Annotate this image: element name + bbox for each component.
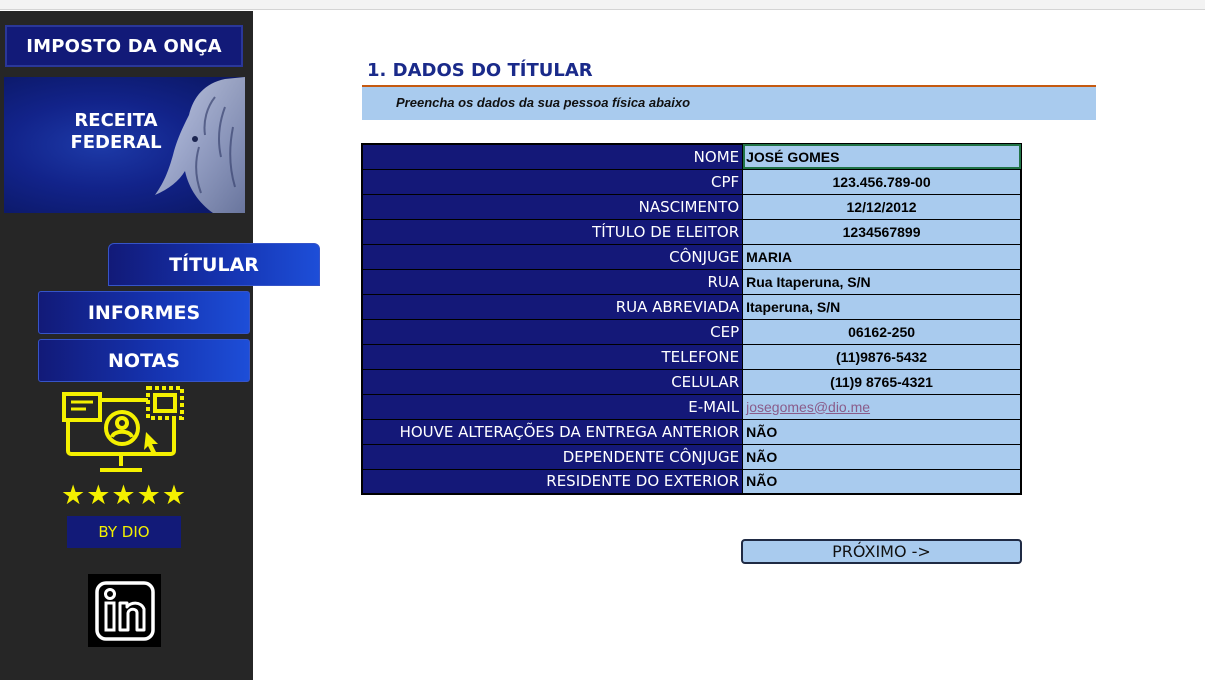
lion-icon xyxy=(155,77,245,213)
form-row: CELULAR (11)9 8765-4321 xyxy=(361,368,1022,395)
field-value-celular[interactable]: (11)9 8765-4321 xyxy=(742,368,1022,395)
instruction-text: Preencha os dados da sua pessoa física a… xyxy=(396,95,691,110)
by-dio-badge: BY DIO xyxy=(67,516,181,548)
field-value-nome[interactable]: JOSÉ GOMES xyxy=(742,143,1022,170)
instruction-band: Preencha os dados da sua pessoa física a… xyxy=(362,87,1096,120)
field-label-residente-exterior: RESIDENTE DO EXTERIOR xyxy=(361,468,744,495)
monitor-user-icon xyxy=(62,386,184,472)
field-value-cep[interactable]: 06162-250 xyxy=(742,318,1022,345)
field-value-nascimento[interactable]: 12/12/2012 xyxy=(742,193,1022,220)
nav-titular-button[interactable]: TÍTULAR xyxy=(108,243,320,286)
nav-informes-button[interactable]: INFORMES xyxy=(38,291,250,334)
field-label-cpf: CPF xyxy=(361,168,744,195)
field-value-email-link[interactable]: josegomes@dio.me xyxy=(742,393,1022,420)
form-row: TELEFONE (11)9876-5432 xyxy=(361,343,1022,370)
form-row: NASCIMENTO 12/12/2012 xyxy=(361,193,1022,220)
form-row: HOUVE ALTERAÇÕES DA ENTREGA ANTERIOR NÃO xyxy=(361,418,1022,445)
form-row: E-MAIL josegomes@dio.me xyxy=(361,393,1022,420)
field-value-rua-abreviada[interactable]: Itaperuna, S/N xyxy=(742,293,1022,320)
section-title: 1. DADOS DO TÍTULAR xyxy=(367,60,593,81)
field-label-cep: CEP xyxy=(361,318,744,345)
form-row: CÔNJUGE MARIA xyxy=(361,243,1022,270)
form-row: NOME JOSÉ GOMES xyxy=(361,143,1022,170)
form-row: CPF 123.456.789-00 xyxy=(361,168,1022,195)
linkedin-icon[interactable] xyxy=(88,574,161,647)
field-label-celular: CELULAR xyxy=(361,368,744,395)
brand-title: IMPOSTO DA ONÇA xyxy=(5,25,243,67)
nav-notas-button[interactable]: NOTAS xyxy=(38,339,250,382)
form-row: DEPENDENTE CÔNJUGE NÃO xyxy=(361,443,1022,470)
window-top-bar xyxy=(0,0,1205,10)
field-value-alteracoes[interactable]: NÃO xyxy=(742,418,1022,445)
field-label-nascimento: NASCIMENTO xyxy=(361,193,744,220)
field-value-titulo-eleitor[interactable]: 1234567899 xyxy=(742,218,1022,245)
field-value-rua[interactable]: Rua Itaperuna, S/N xyxy=(742,268,1022,295)
linkedin-glyph xyxy=(94,580,155,641)
field-label-rua: RUA xyxy=(361,268,744,295)
field-label-email: E-MAIL xyxy=(361,393,744,420)
field-label-conjuge: CÔNJUGE xyxy=(361,243,744,270)
field-label-telefone: TELEFONE xyxy=(361,343,744,370)
receita-federal-banner: RECEITA FEDERAL xyxy=(4,77,245,213)
form-row: TÍTULO DE ELEITOR 1234567899 xyxy=(361,218,1022,245)
field-label-alteracoes: HOUVE ALTERAÇÕES DA ENTREGA ANTERIOR xyxy=(361,418,744,445)
field-value-telefone[interactable]: (11)9876-5432 xyxy=(742,343,1022,370)
field-value-conjuge[interactable]: MARIA xyxy=(742,243,1022,270)
form-row: RUA ABREVIADA Itaperuna, S/N xyxy=(361,293,1022,320)
field-label-nome: NOME xyxy=(361,143,744,170)
field-value-cpf[interactable]: 123.456.789-00 xyxy=(742,168,1022,195)
form-row: RESIDENTE DO EXTERIOR NÃO xyxy=(361,468,1022,495)
titular-form-table: NOME JOSÉ GOMES CPF 123.456.789-00 NASCI… xyxy=(361,143,1022,495)
form-row: CEP 06162-250 xyxy=(361,318,1022,345)
field-label-titulo-eleitor: TÍTULO DE ELEITOR xyxy=(361,218,744,245)
field-label-dependente-conjuge: DEPENDENTE CÔNJUGE xyxy=(361,443,744,470)
field-value-residente-exterior[interactable]: NÃO xyxy=(742,468,1022,495)
form-row: RUA Rua Itaperuna, S/N xyxy=(361,268,1022,295)
next-button[interactable]: PRÓXIMO -> xyxy=(741,539,1022,564)
rating-stars: ★★★★★ xyxy=(61,480,188,511)
field-label-rua-abreviada: RUA ABREVIADA xyxy=(361,293,744,320)
field-value-dependente-conjuge[interactable]: NÃO xyxy=(742,443,1022,470)
